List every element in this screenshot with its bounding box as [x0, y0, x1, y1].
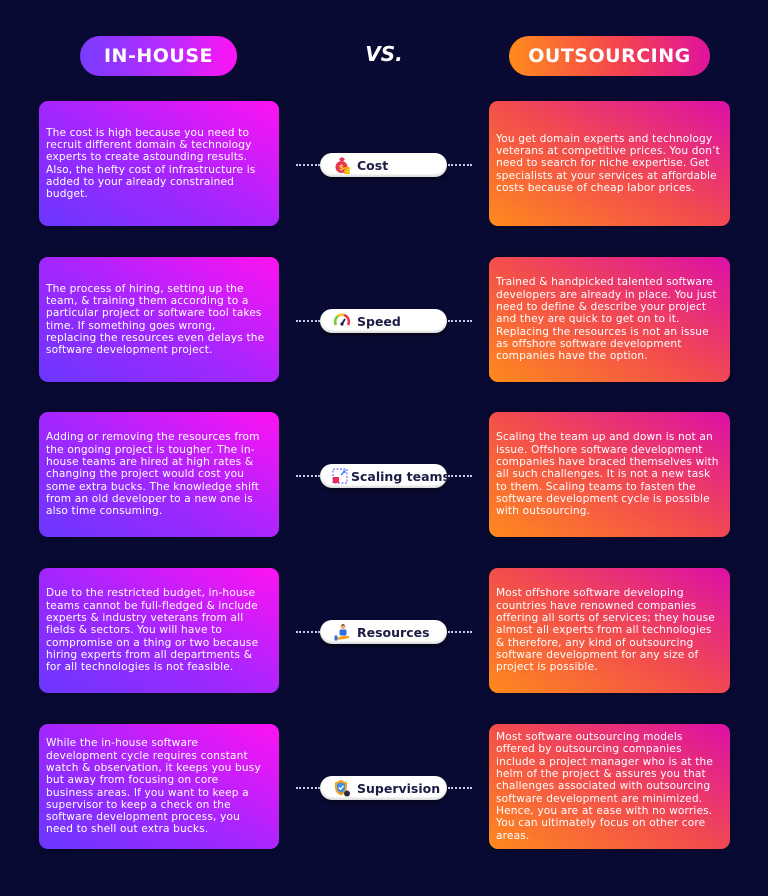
comparison-row-cost: The cost is high because you need to rec…	[0, 101, 768, 228]
outsourcing-card: Trained & handpicked talented software d…	[489, 257, 730, 382]
topic-label: Cost	[357, 157, 389, 173]
outsourcing-text: Most offshore software developing countr…	[496, 587, 715, 674]
shield-check-icon	[333, 779, 351, 797]
in-house-card: While the in-house software development …	[39, 724, 279, 849]
topic-connector: Scaling teams	[296, 464, 472, 488]
topic-connector: Supervision	[296, 776, 472, 800]
outsourcing-text: Most software outsourcing models offered…	[496, 731, 714, 842]
topic-connector: Speed	[296, 309, 472, 333]
in-house-card: The cost is high because you need to rec…	[39, 101, 279, 226]
dotted-line-left	[296, 787, 320, 791]
dotted-line-left	[296, 475, 320, 479]
outsourcing-card: Scaling the team up and down is not an i…	[489, 412, 730, 537]
dotted-line-left	[296, 164, 320, 168]
in-house-card: Due to the restricted budget, in-house t…	[39, 568, 279, 693]
comparison-row-speed: The process of hiring, setting up the te…	[0, 257, 768, 384]
dotted-line-left	[296, 320, 320, 324]
comparison-row-supervision: While the in-house software development …	[0, 724, 768, 851]
topic-badge: Resources	[320, 620, 447, 644]
topic-connector: Resources	[296, 620, 472, 644]
topic-connector: $ Cost	[296, 153, 472, 177]
scale-resize-icon	[331, 467, 349, 485]
versus-label: VS.	[365, 42, 403, 66]
topic-label: Resources	[357, 624, 430, 640]
in-house-card: The process of hiring, setting up the te…	[39, 257, 279, 382]
topic-label: Speed	[357, 313, 401, 329]
in-house-title: IN-HOUSE	[103, 45, 213, 67]
person-on-hand-icon	[333, 623, 351, 641]
outsourcing-title: OUTSOURCING	[528, 45, 691, 67]
topic-label: Supervision	[357, 780, 441, 796]
topic-badge: Supervision	[320, 776, 447, 800]
dotted-line-right	[448, 631, 472, 635]
comparison-row-resources: Due to the restricted budget, in-house t…	[0, 568, 768, 695]
in-house-text: Due to the restricted budget, in-house t…	[46, 587, 259, 674]
topic-badge: Scaling teams	[320, 464, 450, 488]
outsourcing-text: Trained & handpicked talented software d…	[496, 276, 717, 363]
outsourcing-text: Scaling the team up and down is not an i…	[496, 431, 719, 518]
topic-label: Scaling teams	[351, 468, 450, 484]
topic-badge: $ Cost	[320, 153, 447, 177]
svg-text:$: $	[339, 163, 345, 172]
in-house-text: Adding or removing the resources from th…	[46, 431, 260, 518]
outsourcing-header: OUTSOURCING	[509, 36, 710, 76]
outsourcing-card: Most software outsourcing models offered…	[489, 724, 730, 849]
dotted-line-right	[448, 164, 472, 168]
dotted-line-left	[296, 631, 320, 635]
in-house-text: The cost is high because you need to rec…	[46, 126, 256, 201]
dotted-line-right	[448, 787, 472, 791]
in-house-header: IN-HOUSE	[80, 36, 237, 76]
in-house-card: Adding or removing the resources from th…	[39, 412, 279, 537]
in-house-text: The process of hiring, setting up the te…	[46, 282, 265, 357]
in-house-text: While the in-house software development …	[46, 737, 261, 836]
outsourcing-text: You get domain experts and technology ve…	[496, 132, 720, 194]
speedometer-icon	[333, 312, 351, 330]
topic-badge: Speed	[320, 309, 447, 333]
outsourcing-card: Most offshore software developing countr…	[489, 568, 730, 693]
outsourcing-card: You get domain experts and technology ve…	[489, 101, 730, 226]
comparison-row-scaling-teams: Adding or removing the resources from th…	[0, 412, 768, 539]
money-bag-coins-icon: $	[333, 156, 351, 174]
dotted-line-right	[448, 320, 472, 324]
dotted-line-right	[448, 475, 472, 479]
